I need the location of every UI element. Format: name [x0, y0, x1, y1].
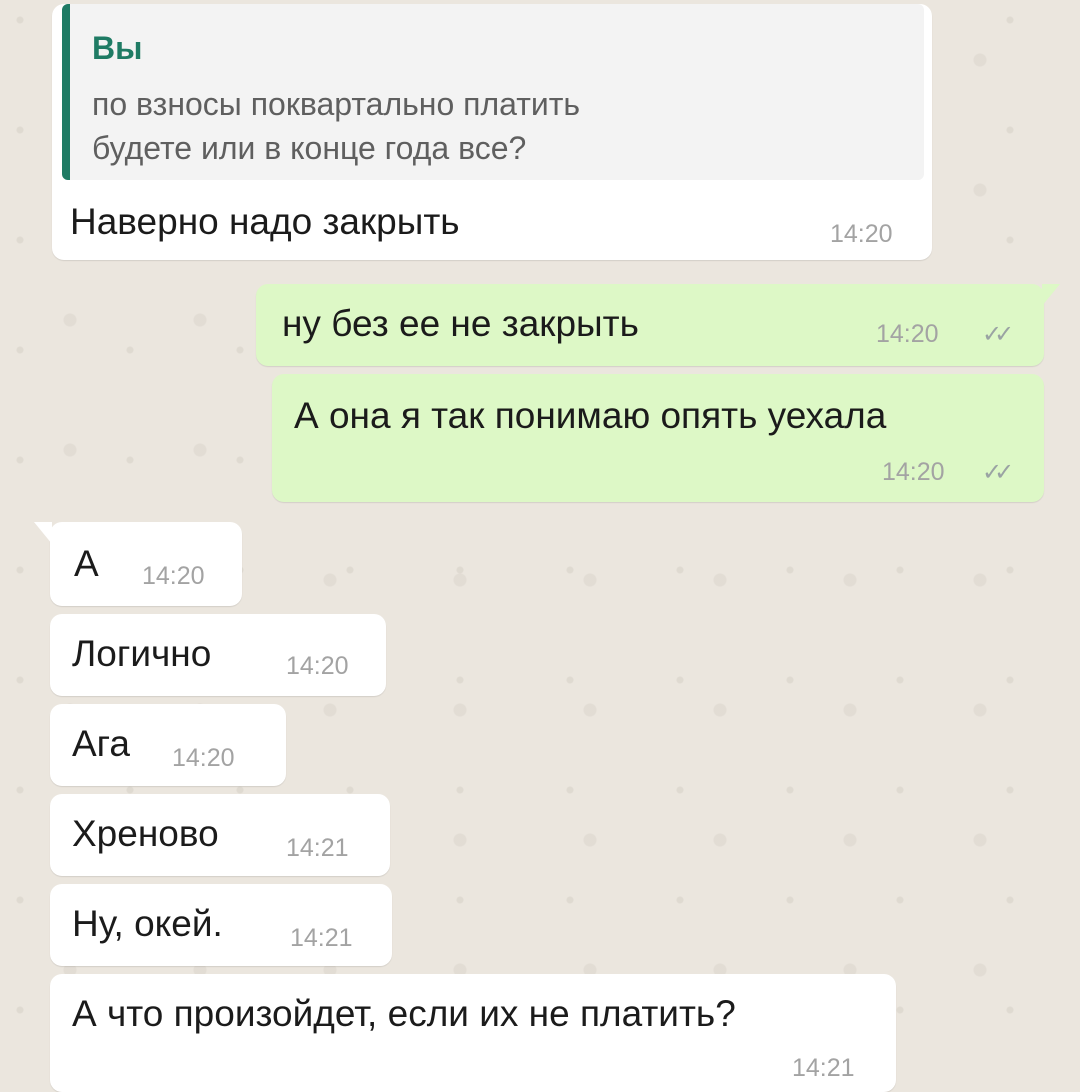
quoted-message-text-line2: будете или в конце года все? [92, 130, 527, 166]
message-timestamp: 14:20 [142, 562, 205, 590]
message-text: Ага [72, 723, 130, 764]
incoming-message[interactable]: А что произойдет, если их не платить? 14… [50, 974, 896, 1092]
message-text: Хреново [72, 813, 219, 854]
message-text: Логично [72, 633, 212, 674]
message-timestamp: 14:20 [876, 320, 939, 348]
double-check-icon: ✓✓ [982, 321, 1014, 348]
message-timestamp: 14:20 [172, 744, 235, 772]
message-text: А она я так понимаю опять уехала [294, 395, 887, 436]
message-timestamp: 14:21 [290, 924, 353, 952]
incoming-message[interactable]: Логично 14:20 [50, 614, 386, 696]
incoming-message[interactable]: Хреново 14:21 [50, 794, 390, 876]
incoming-message[interactable]: Ну, окей. 14:21 [50, 884, 392, 966]
outgoing-message[interactable]: А она я так понимаю опять уехала 14:20 ✓… [272, 374, 1044, 502]
incoming-message-with-reply[interactable]: Вы по взносы поквартально платить будете… [52, 4, 932, 260]
message-text: А что произойдет, если их не платить? [72, 993, 736, 1034]
quote-accent-bar [62, 4, 70, 180]
incoming-message[interactable]: А 14:20 [34, 522, 242, 606]
chat-message-list[interactable]: Вы по взносы поквартально платить будете… [0, 0, 1080, 1092]
message-timestamp: 14:21 [286, 834, 349, 862]
quoted-message-text-line1: по взносы поквартально платить [92, 86, 581, 122]
message-text: А [74, 543, 99, 584]
message-timestamp: 14:21 [792, 1054, 855, 1082]
incoming-message[interactable]: Ага 14:20 [50, 704, 286, 786]
quoted-message[interactable]: Вы по взносы поквартально платить будете… [62, 4, 924, 180]
message-text: ну без ее не закрыть [282, 303, 639, 344]
outgoing-message[interactable]: ну без ее не закрыть 14:20 ✓✓ [256, 284, 1060, 366]
message-text: Ну, окей. [72, 903, 223, 944]
message-timestamp: 14:20 [286, 652, 349, 680]
quoted-message-author: Вы [92, 30, 143, 66]
message-timestamp: 14:20 [882, 458, 945, 486]
double-check-icon: ✓✓ [982, 459, 1014, 486]
message-text: Наверно надо закрыть [70, 201, 460, 242]
message-timestamp: 14:20 [830, 220, 893, 248]
